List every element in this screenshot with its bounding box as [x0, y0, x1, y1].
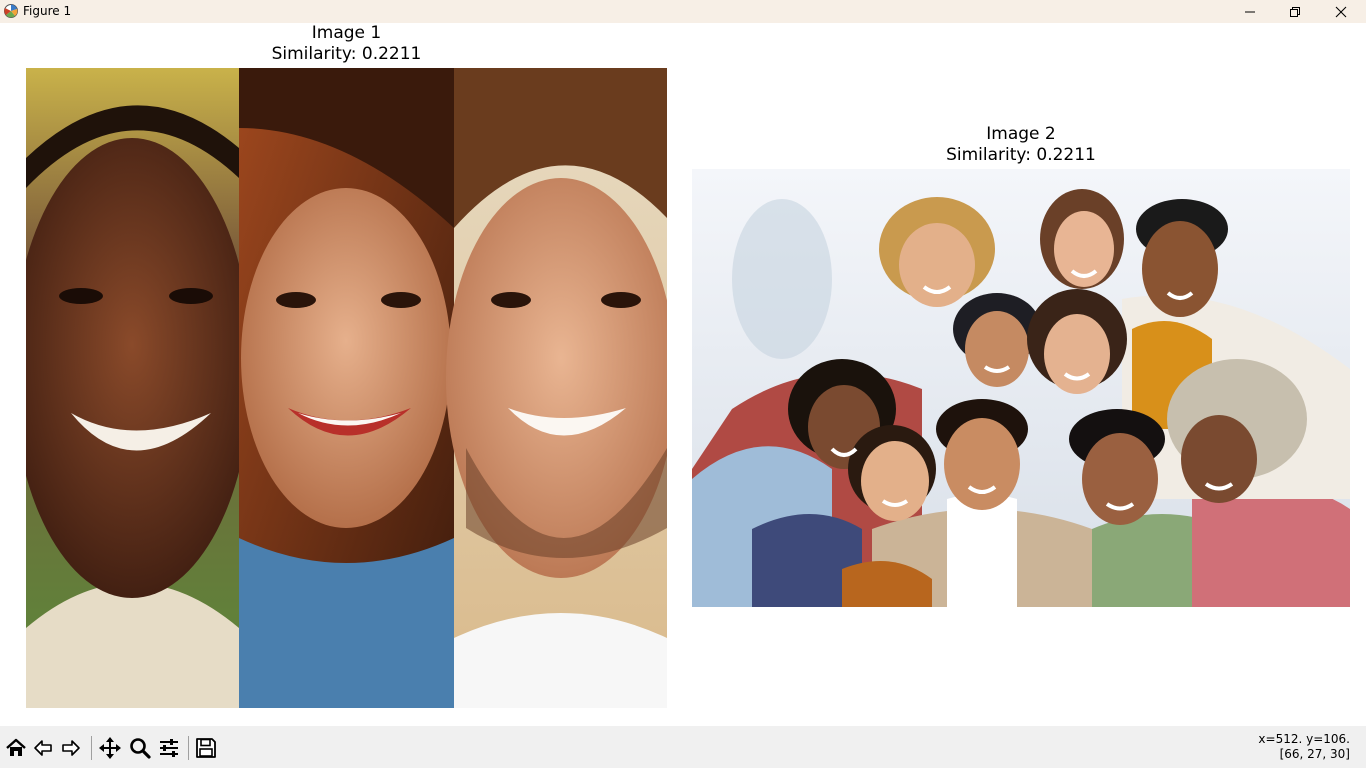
- subplot-2-title: Image 2 Similarity: 0.2211: [692, 124, 1350, 166]
- forward-button[interactable]: [58, 735, 84, 761]
- image-2: [692, 169, 1350, 607]
- figure-canvas[interactable]: Image 1 Similarity: 0.2211 Image 2 Simil…: [0, 23, 1366, 726]
- title-bar: Figure 1: [0, 0, 1366, 23]
- close-icon: [1335, 6, 1347, 17]
- minimize-button[interactable]: [1227, 0, 1273, 23]
- subplot-1-title: Image 1 Similarity: 0.2211: [26, 23, 667, 65]
- subplot-1-similarity: Similarity: 0.2211: [271, 44, 422, 64]
- home-icon: [6, 738, 26, 756]
- toolbar-separator: [91, 736, 92, 760]
- zoom-icon: [130, 738, 151, 759]
- image-1: [26, 68, 667, 708]
- home-button[interactable]: [3, 735, 29, 761]
- subplot-2-title-line1: Image 2: [986, 124, 1056, 144]
- subplot-2-similarity: Similarity: 0.2211: [946, 145, 1096, 165]
- window-title: Figure 1: [23, 4, 72, 18]
- subplot-1-title-line1: Image 1: [311, 23, 382, 43]
- figure-window: Figure 1 Image 1 Similarity: 0.2211 Imag…: [0, 0, 1366, 768]
- maximize-button[interactable]: [1272, 0, 1318, 23]
- matplotlib-icon: [4, 4, 18, 18]
- minimize-icon: [1245, 11, 1255, 12]
- back-arrow-icon: [34, 740, 52, 756]
- pixel-value: [66, 27, 30]: [1279, 747, 1350, 761]
- back-button[interactable]: [30, 735, 56, 761]
- configure-subplots-button[interactable]: [156, 735, 182, 761]
- zoom-button[interactable]: [127, 735, 153, 761]
- cursor-coordinates: x=512. y=106. [66, 27, 30]: [1258, 732, 1350, 762]
- restore-icon: [1290, 6, 1300, 17]
- save-icon: [196, 738, 216, 758]
- move-icon: [99, 737, 121, 759]
- close-button[interactable]: [1318, 0, 1364, 23]
- toolbar-separator: [188, 736, 189, 760]
- navigation-toolbar: x=512. y=106. [66, 27, 30]: [0, 726, 1366, 768]
- cursor-position: x=512. y=106.: [1258, 732, 1350, 746]
- forward-arrow-icon: [62, 740, 80, 756]
- save-button[interactable]: [193, 735, 219, 761]
- pan-button[interactable]: [97, 735, 123, 761]
- sliders-icon: [160, 739, 178, 757]
